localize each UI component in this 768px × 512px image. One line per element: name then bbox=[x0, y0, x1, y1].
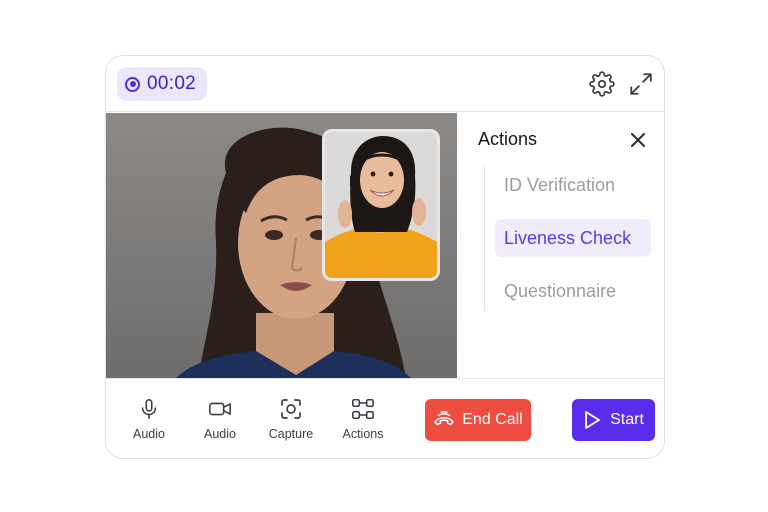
self-view-participant bbox=[325, 132, 437, 278]
action-item-liveness-check[interactable]: Liveness Check bbox=[495, 219, 651, 257]
actions-panel: Actions ID Verification Liveness Check Q… bbox=[457, 113, 664, 378]
gear-icon[interactable] bbox=[588, 70, 616, 98]
recording-timer: 00:02 bbox=[117, 67, 207, 101]
panel-rail bbox=[484, 165, 485, 311]
end-call-button[interactable]: End Call bbox=[425, 399, 531, 441]
timer-text: 00:02 bbox=[147, 73, 197, 94]
close-icon[interactable] bbox=[625, 127, 651, 153]
video-camera-icon bbox=[208, 397, 232, 421]
video-button[interactable]: Audio bbox=[188, 397, 252, 441]
panel-title: Actions bbox=[478, 129, 538, 149]
actions-button[interactable]: Actions bbox=[331, 397, 395, 441]
phone-hangup-icon bbox=[434, 410, 455, 426]
capture-button[interactable]: Capture bbox=[259, 397, 323, 441]
capture-label: Capture bbox=[268, 427, 314, 441]
capture-icon bbox=[279, 397, 303, 421]
action-item-questionnaire[interactable]: Questionnaire bbox=[495, 272, 651, 310]
expand-icon[interactable] bbox=[627, 70, 655, 98]
end-call-label: End Call bbox=[462, 411, 523, 428]
microphone-icon bbox=[137, 397, 161, 421]
play-icon bbox=[585, 411, 600, 429]
audio-button[interactable]: Audio bbox=[117, 397, 181, 441]
start-button[interactable]: Start bbox=[572, 399, 655, 441]
call-controls-bar: Audio Audio Capture Actions End Call Sta… bbox=[106, 378, 664, 458]
actions-grid-icon bbox=[351, 397, 375, 421]
video-call-card: 00:02 Actions ID Verification Liveness C… bbox=[105, 55, 665, 459]
main-video-feed bbox=[106, 113, 457, 378]
action-item-id-verification[interactable]: ID Verification bbox=[495, 166, 651, 204]
record-icon bbox=[125, 76, 140, 92]
call-header: 00:02 bbox=[106, 56, 664, 112]
video-label: Audio bbox=[204, 427, 236, 441]
actions-label: Actions bbox=[342, 427, 384, 441]
audio-label: Audio bbox=[133, 427, 165, 441]
self-view-video[interactable] bbox=[322, 129, 440, 281]
start-label: Start bbox=[610, 411, 644, 428]
